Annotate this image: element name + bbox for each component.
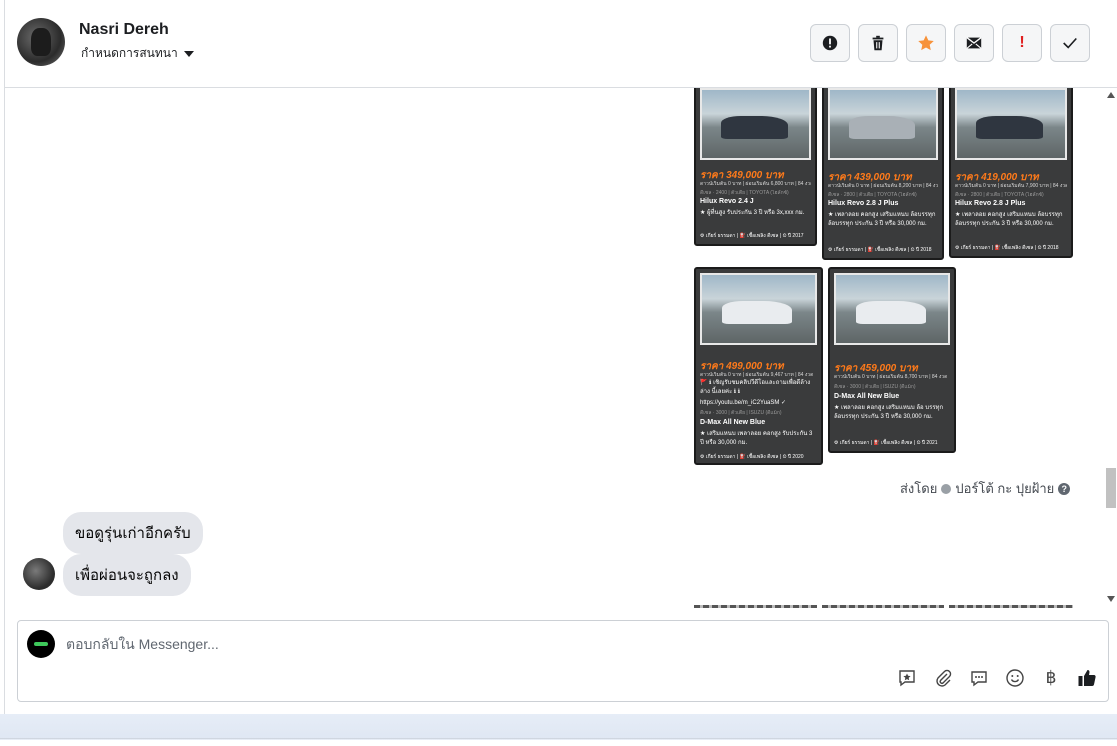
car-photo [955,88,1067,160]
next-listing-preview [949,605,1073,608]
listing-specs: ดีเซล · 2800 | ตัวเตี้ย | TOYOTA (ไฮลักซ… [828,192,917,198]
exclamation-icon: ! [1019,34,1025,51]
attachment-icon [936,669,952,687]
envelope-icon [966,37,982,49]
listing-finance: ดาวน์เริ่มต้น 0 บาท | ผ่อนเริ่มต้น 6,800… [700,181,811,187]
listing-video-link[interactable]: https://youtu.be/m_iC2YuaSM ✓ [700,399,817,407]
thread-scrollbar[interactable] [1105,88,1117,608]
car-photo [834,273,950,345]
sent-by-prefix: ส่งโดย [900,481,938,496]
star-button[interactable] [906,24,946,62]
sent-by-label: ส่งโดย ปอร์โต้ กะ ปุยฝ้าย ? [900,478,1071,499]
scroll-up-arrow-icon[interactable] [1107,92,1115,98]
flag-button[interactable] [810,24,850,62]
saved-reply-button[interactable] [896,667,918,689]
contact-avatar[interactable] [17,18,65,66]
check-icon [1063,37,1077,49]
car-photo [700,273,817,345]
listing-model: D-Max All New Blue [700,419,766,426]
message-thread[interactable]: ราคา 349,000 บาท ดาวน์เริ่มต้น 0 บาท | ผ… [5,88,1105,608]
star-icon [918,35,934,51]
contact-name[interactable]: Nasri Dereh [79,21,169,39]
scroll-down-arrow-icon[interactable] [1107,596,1115,602]
listing-finance: ดาวน์เริ่มต้น 0 บาท | ผ่อนเริ่มต้น 8,200… [828,183,938,189]
car-photo [828,88,938,160]
listing-specs: ดีเซล · 3000 | ตัวเตี้ย | ISUZU (ดีแม็ก) [700,410,782,416]
caret-down-icon [183,50,194,57]
listing-card[interactable]: ราคา 419,000 บาท ดาวน์เริ่มต้น 0 บาท | ผ… [949,88,1073,258]
listing-desc: ★ ผู้ที่นสูง รับประกัน 3 ปี หรือ 3x,xxx … [700,210,805,216]
thumbs-up-icon [1078,670,1096,687]
listing-finance: ดาวน์เริ่มต้น 0 บาท | ผ่อนเริ่มต้น 9,467… [700,372,814,378]
listing-desc: ★ เพลาลอย คอกสูง เสริมแหนบ ล้อ บรรทุก ล้… [834,405,944,420]
listing-finance: ดาวน์เริ่มต้น 0 บาท | ผ่อนเริ่มต้น 7,900… [955,183,1067,189]
listing-model: D-Max All New Blue [834,393,900,400]
listing-desc: ★ เสริมแหนบ เพลาลอย คอกสูง รับประกัน 3 ป… [700,431,813,446]
listing-specs: ดีเซล · 2400 | ตัวเตี้ย | TOYOTA (ไฮลักซ… [700,190,789,196]
mark-done-button[interactable] [1050,24,1090,62]
contact-avatar-small[interactable] [23,558,55,590]
next-listing-preview [822,605,944,608]
page-avatar [27,630,55,658]
exclamation-circle-icon [822,35,838,51]
spam-button[interactable]: ! [1002,24,1042,62]
chat-bubble-icon [971,671,987,687]
bottom-band [0,714,1117,746]
listing-footer: ⚙ เกียร์ ธรรมดา | ⛽ เชื้อเพลิง ดีเซล | ⏲… [834,440,938,446]
listing-card[interactable]: ราคา 459,000 บาท ดาวน์เริ่มต้น 0 บาท | ผ… [828,267,956,453]
listing-desc: ★ เพลาลอย คอกสูง เสริมแหนบ ล้อบรรทุก ล้อ… [955,212,1063,227]
composer-tools: ฿ [896,667,1098,689]
reply-input[interactable] [66,633,966,655]
conversation-actions: ! [810,24,1090,62]
listing-card[interactable]: ราคา 499,000 บาท ดาวน์เริ่มต้น 0 บาท | ผ… [694,267,823,465]
listing-specs: ดีเซล · 3000 | ตัวเตี้ย | ISUZU (ดีแม็ก) [834,384,916,390]
help-icon[interactable]: ? [1058,482,1071,495]
payment-button[interactable]: ฿ [1040,667,1062,689]
trash-icon [872,35,884,51]
admin-badge-icon [941,483,952,494]
emoji-button[interactable] [1004,667,1026,689]
listing-model: Hilux Revo 2.4 J [700,198,754,205]
listing-model: Hilux Revo 2.8 J Plus [955,200,1026,207]
emoji-icon [1006,669,1024,687]
mark-unread-button[interactable] [954,24,994,62]
listing-footer: ⚙ เกียร์ ธรรมดา | ⛽ เชื้อเพลิง ดีเซล | ⏲… [700,233,804,239]
attachment-button[interactable] [932,667,954,689]
delete-button[interactable] [858,24,898,62]
listing-desc: ★ เพลาลอย คอกสูง เสริมแหนบ ล้อบรรทุก ล้อ… [828,212,936,227]
listing-note: 🚩 ℹ เชิญรับชมคลิปวีดีโอและถามเพื่อดีล้าง… [700,380,811,395]
listing-footer: ⚙ เกียร์ ธรรมดา | ⛽ เชื้อเพลิง ดีเซล | ⏲… [955,245,1059,251]
listing-footer: ⚙ เกียร์ ธรรมดา | ⛽ เชื้อเพลิง ดีเซล | ⏲… [700,454,804,460]
listing-finance: ดาวน์เริ่มต้น 0 บาท | ผ่อนเริ่มต้น 8,700… [834,374,948,380]
listing-footer: ⚙ เกียร์ ธรรมดา | ⛽ เชื้อเพลิง ดีเซล | ⏲… [828,247,932,253]
sent-by-sender: ปอร์โต้ กะ ปุยฝ้าย [955,481,1055,496]
car-photo [700,88,811,160]
listing-model: Hilux Revo 2.8 J Plus [828,200,899,207]
baht-icon: ฿ [1045,668,1057,687]
listing-card[interactable]: ราคา 439,000 บาท ดาวน์เริ่มต้น 0 บาท | ผ… [822,88,944,260]
listing-specs: ดีเซล · 2800 | ตัวเตี้ย | TOYOTA (ไฮลักซ… [955,192,1044,198]
messenger-conversation-window: Nasri Dereh กำหนดการสนทนา ! ราคา 349,000… [0,0,1117,746]
listing-card[interactable]: ราคา 349,000 บาท ดาวน์เริ่มต้น 0 บาท | ผ… [694,88,817,246]
bottom-divider [0,738,1117,739]
like-button[interactable] [1076,667,1098,689]
assign-conversation-label: กำหนดการสนทนา [81,46,178,60]
incoming-message[interactable]: ขอดูรุ่นเก่าอีกครับ [63,512,203,554]
saved-reply-icon [899,670,915,687]
conversation-header: Nasri Dereh กำหนดการสนทนา ! [5,0,1117,88]
assign-conversation-dropdown[interactable]: กำหนดการสนทนา [81,44,194,63]
scrollbar-thumb[interactable] [1106,468,1116,508]
next-listing-preview [694,605,817,608]
incoming-message[interactable]: เพื่อผ่อนจะถูกลง [63,554,191,596]
chat-bubble-button[interactable] [968,667,990,689]
reply-composer: ฿ [17,620,1109,702]
